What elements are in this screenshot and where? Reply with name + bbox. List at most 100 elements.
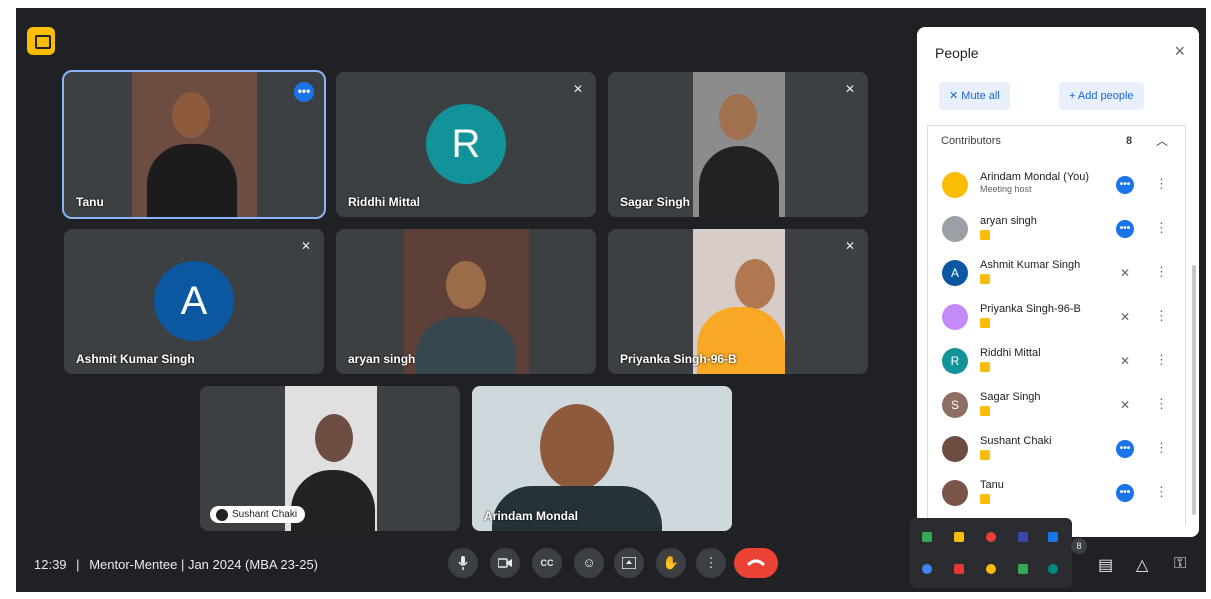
raise-hand-button[interactable]: ✋ — [656, 548, 686, 578]
tile-name: Sagar Singh — [620, 195, 691, 209]
mic-off-icon[interactable]: ✕ — [1116, 396, 1134, 414]
microphone-button[interactable] — [448, 548, 478, 578]
participant-body — [699, 146, 779, 217]
people-count-badge: 8 — [1071, 538, 1087, 554]
scrollbar[interactable] — [1192, 265, 1196, 515]
video-feed — [693, 72, 785, 217]
more-options-icon[interactable]: ••• — [1116, 440, 1134, 458]
tile-riddhi[interactable]: R ✕ Riddhi Mittal — [336, 72, 596, 217]
bluetooth-icon[interactable] — [1048, 532, 1058, 542]
chat-icon[interactable]: ▤ — [1098, 555, 1113, 575]
list-item[interactable]: A Ashmit Kumar Singh ✕ ⋮ — [928, 252, 1185, 296]
more-icon: ⋮ — [704, 555, 718, 570]
list-item[interactable]: Sushant Chaki ••• ⋮ — [928, 428, 1185, 472]
panel-title: People — [935, 45, 979, 61]
app-icon[interactable] — [922, 564, 932, 574]
kebab-menu-icon[interactable]: ⋮ — [1155, 396, 1168, 412]
tile-name: Ashmit Kumar Singh — [76, 352, 195, 366]
list-item[interactable]: S Sagar Singh ✕ ⋮ — [928, 384, 1185, 428]
participant-head — [540, 404, 614, 490]
spreadsheet-icon[interactable] — [1018, 564, 1028, 574]
participant-head — [735, 259, 775, 309]
kebab-menu-icon[interactable]: ⋮ — [1155, 308, 1168, 324]
avatar — [942, 216, 968, 242]
kebab-menu-icon[interactable]: ⋮ — [1155, 264, 1168, 280]
tile-aryan[interactable]: aryan singh — [336, 229, 596, 374]
host-controls-icon[interactable]: ⚿ — [1174, 555, 1186, 573]
tile-sagar[interactable]: ✕ Sagar Singh — [608, 72, 868, 217]
kebab-menu-icon[interactable]: ⋮ — [1155, 220, 1168, 236]
separator: | — [76, 557, 80, 572]
avatar: S — [942, 392, 968, 418]
list-item[interactable]: aryan singh ••• ⋮ — [928, 208, 1185, 252]
meeting-info: 12:39 | Mentor-Mentee | Jan 2024 (MBA 23… — [34, 557, 318, 572]
present-icon — [621, 556, 637, 570]
mic-off-icon[interactable]: ✕ — [1116, 308, 1134, 326]
video-feed — [404, 229, 529, 374]
avatar — [942, 480, 968, 506]
chrome-icon[interactable] — [986, 532, 996, 542]
app-badge-icon — [980, 494, 990, 504]
more-options-icon[interactable]: ••• — [1116, 176, 1134, 194]
end-call-button[interactable] — [734, 548, 778, 578]
participant-count: 8 — [1126, 135, 1133, 147]
drive-icon[interactable] — [922, 532, 932, 542]
avatar: R — [942, 348, 968, 374]
network-icon[interactable] — [1048, 564, 1058, 574]
avatar: A — [154, 261, 234, 341]
person-icon — [216, 509, 228, 521]
camera-button[interactable] — [490, 548, 520, 578]
tile-sushant[interactable]: Sushant Chaki — [200, 386, 460, 531]
tile-arindam[interactable]: Arindam Mondal — [472, 386, 732, 531]
emoji-button[interactable]: ☺ — [574, 548, 604, 578]
tile-name: aryan singh — [348, 352, 416, 366]
participant-name: Riddhi Mittal — [980, 347, 1041, 359]
chrome-icon[interactable] — [986, 564, 996, 574]
kebab-menu-icon[interactable]: ⋮ — [1155, 352, 1168, 368]
section-label: Contributors — [941, 135, 1001, 147]
list-item[interactable]: Arindam Mondal (You) Meeting host ••• ⋮ — [928, 164, 1185, 208]
chevron-up-icon[interactable]: ︿ — [1156, 132, 1168, 149]
tile-name: Arindam Mondal — [484, 509, 579, 523]
present-button[interactable] — [614, 548, 644, 578]
security-icon[interactable] — [954, 564, 964, 574]
kebab-menu-icon[interactable]: ⋮ — [1155, 440, 1168, 456]
photos-icon[interactable] — [954, 532, 964, 542]
avatar: R — [426, 104, 506, 184]
add-people-button[interactable]: + Add people — [1059, 82, 1144, 110]
more-options-icon[interactable]: ••• — [1116, 484, 1134, 502]
participant-name: Ashmit Kumar Singh — [980, 259, 1081, 271]
kebab-menu-icon[interactable]: ⋮ — [1155, 484, 1168, 500]
people-panel: People × ✕ Mute all + Add people Contrib… — [917, 27, 1199, 537]
avatar: A — [942, 260, 968, 286]
activities-icon[interactable]: △ — [1136, 555, 1148, 575]
kebab-menu-icon[interactable]: ⋮ — [1155, 176, 1168, 192]
captions-button[interactable]: CC — [532, 548, 562, 578]
participant-name: Arindam Mondal (You) — [980, 171, 1090, 183]
no-camera-icon[interactable] — [27, 27, 55, 55]
participant-name: aryan singh — [980, 215, 1037, 227]
mute-all-button[interactable]: ✕ Mute all — [939, 82, 1010, 110]
mic-off-icon: ✕ — [300, 239, 312, 253]
more-options-icon[interactable]: ••• — [1116, 220, 1134, 238]
list-item[interactable]: R Riddhi Mittal ✕ ⋮ — [928, 340, 1185, 384]
tile-priyanka[interactable]: ✕ Priyanka Singh-96-B — [608, 229, 868, 374]
app-badge-icon — [980, 362, 990, 372]
mic-off-icon: ✕ — [844, 239, 856, 253]
hand-icon: ✋ — [662, 555, 680, 570]
close-icon[interactable]: × — [1174, 41, 1185, 62]
clock: 12:39 — [34, 557, 67, 572]
mic-off-icon: ✕ — [949, 90, 962, 102]
participant-head — [719, 94, 757, 140]
list-item[interactable]: Tanu ••• ⋮ — [928, 472, 1185, 516]
mic-off-icon[interactable]: ✕ — [1116, 352, 1134, 370]
messenger-icon[interactable] — [1018, 532, 1028, 542]
participant-body — [291, 470, 375, 531]
emoji-icon: ☺ — [582, 555, 596, 570]
more-options-button[interactable]: ⋮ — [696, 548, 726, 578]
tile-ashmit[interactable]: A ✕ Ashmit Kumar Singh — [64, 229, 324, 374]
list-item[interactable]: Priyanka Singh-96-B ✕ ⋮ — [928, 296, 1185, 340]
more-options-icon[interactable]: ••• — [294, 82, 314, 102]
mic-off-icon[interactable]: ✕ — [1116, 264, 1134, 282]
tile-tanu[interactable]: ••• Tanu — [62, 70, 326, 219]
